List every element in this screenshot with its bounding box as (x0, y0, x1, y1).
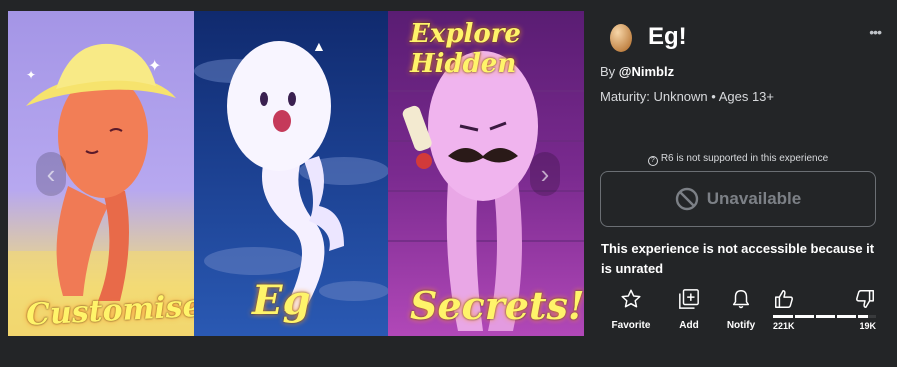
vote-ratio-fill (773, 315, 868, 318)
avatar-notice-text: R6 is not supported in this experience (660, 153, 829, 164)
blocked-icon (675, 187, 698, 211)
upvote-button[interactable] (773, 288, 795, 315)
egg-icon (610, 24, 632, 52)
creator-link[interactable]: @Nimblz (619, 64, 674, 79)
thumbnail-carousel[interactable]: ✦ ✦ Customise! ▲ Eg Explore Hidden Secre… (8, 11, 584, 336)
unavailable-button[interactable]: Unavailable (600, 171, 876, 227)
thumbnail-eg: ▲ Eg (194, 11, 388, 336)
downvote-button[interactable] (854, 288, 876, 315)
creator-line: By @Nimblz (600, 64, 674, 79)
upvote-count: 221K (773, 321, 795, 331)
caption-secrets: Secrets! (410, 283, 584, 328)
caption-eg: Eg (252, 277, 311, 324)
thumbs-up-icon (775, 290, 793, 308)
avatar-notice: ? R6 is not supported in this experience (600, 153, 876, 166)
carousel-prev-button[interactable]: ‹ (36, 152, 66, 196)
svg-text:▲: ▲ (312, 38, 326, 54)
favorite-label: Favorite (611, 320, 651, 331)
experience-title: Eg! (648, 23, 687, 50)
maturity-rating: Maturity: Unknown • Ages 13+ (600, 89, 775, 104)
vote-section: 221K 19K (773, 288, 876, 338)
creator-prefix: By (600, 64, 619, 79)
notify-label: Notify (726, 320, 756, 331)
vote-bar-divider (814, 315, 816, 318)
vote-bar-divider (793, 315, 795, 318)
svg-text:✦: ✦ (148, 58, 161, 75)
svg-text:✦: ✦ (26, 68, 36, 82)
add-label: Add (679, 320, 699, 331)
add-button[interactable]: Add (659, 288, 719, 331)
downvote-count: 19K (859, 321, 876, 331)
caption-explore-hidden: Explore Hidden (410, 19, 521, 79)
bell-icon (732, 290, 750, 309)
star-icon (621, 289, 641, 308)
unavailable-label: Unavailable (706, 189, 802, 208)
add-icon (679, 289, 699, 309)
vote-ratio-bar (773, 315, 876, 318)
question-icon: ? (647, 156, 658, 166)
notify-button[interactable]: Notify (711, 288, 771, 331)
carousel-next-button[interactable]: › (530, 152, 560, 196)
favorite-button[interactable]: Favorite (601, 288, 661, 331)
vote-bar-divider (835, 315, 837, 318)
unrated-message: This experience is not accessible becaus… (601, 241, 875, 276)
thumbs-down-icon (856, 290, 874, 308)
vote-bar-divider (856, 315, 858, 318)
experience-header: Eg! ••• (609, 20, 882, 54)
more-options-icon[interactable]: ••• (869, 24, 882, 40)
